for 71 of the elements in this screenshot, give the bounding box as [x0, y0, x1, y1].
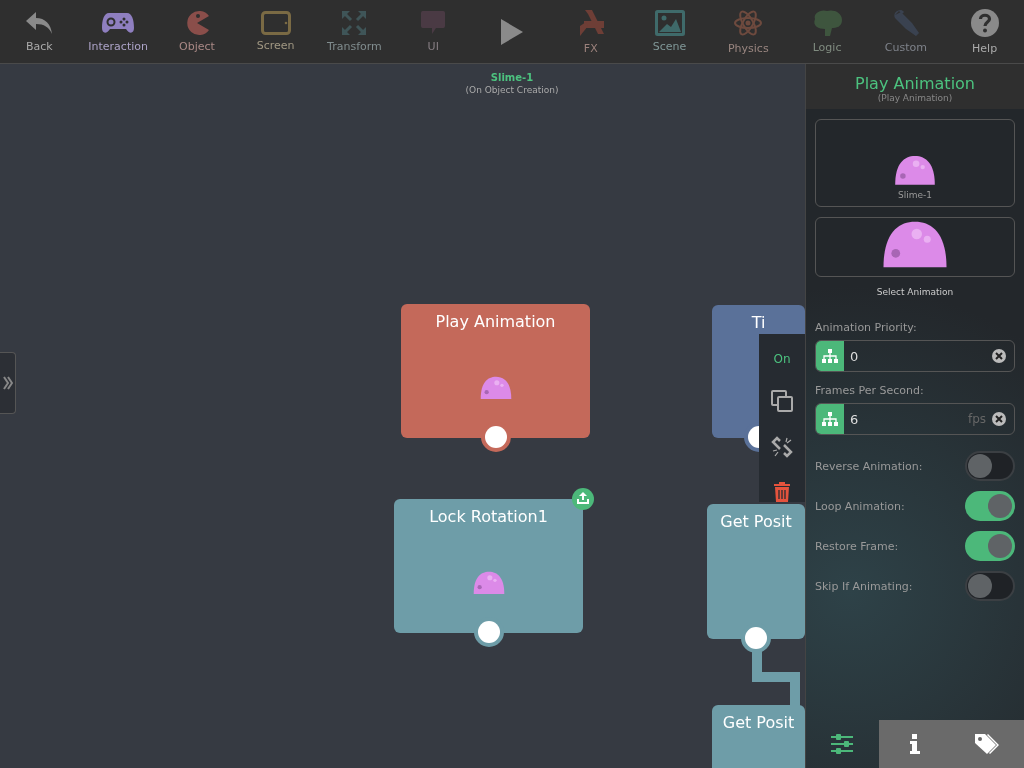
select-animation-label: Select Animation: [875, 287, 955, 297]
toolbar-button[interactable]: Object: [157, 0, 237, 63]
toggle-label: Reverse Animation:: [815, 459, 923, 473]
unlink-icon[interactable]: [771, 436, 793, 458]
toolbar-button[interactable]: Interaction: [78, 0, 158, 63]
back-arrow-icon: [24, 10, 55, 36]
field-label: Animation Priority:: [815, 321, 918, 334]
sprite-card[interactable]: Slime-1: [815, 119, 1015, 207]
toolbar-button[interactable]: UI: [393, 0, 473, 63]
drawer-handle[interactable]: [0, 352, 16, 414]
toolbar-button[interactable]: Help: [945, 0, 1024, 63]
script-node[interactable]: Get Posit: [712, 705, 805, 768]
play-icon[interactable]: [500, 17, 524, 46]
help-icon: [969, 8, 1000, 38]
node-title: Ti: [751, 313, 766, 332]
toggle-label: Loop Animation:: [815, 499, 905, 513]
toolbar-button[interactable]: FX: [551, 0, 631, 63]
value-input[interactable]: 0: [844, 347, 992, 365]
node-title: Play Animation: [435, 312, 556, 331]
toolbar-button[interactable]: Screen: [236, 0, 316, 63]
script-node[interactable]: Get Posit: [707, 504, 805, 639]
export-badge-icon[interactable]: [572, 488, 594, 510]
speech-bubble-icon: [420, 10, 447, 36]
toggle-switch[interactable]: [965, 451, 1015, 481]
field-label: Frames Per Second:: [815, 384, 925, 397]
panel-tab[interactable]: [878, 720, 952, 768]
duplicate-icon[interactable]: [771, 390, 793, 412]
toolbar-button[interactable]: Back: [0, 0, 79, 63]
sprite-label: Slime-1: [898, 190, 932, 200]
toggle-label: Skip If Animating:: [815, 579, 913, 593]
toolbar-button[interactable]: Custom: [866, 0, 946, 63]
panel-title: Play Animation: [855, 74, 975, 93]
sliders-icon: [831, 734, 854, 754]
tablet-icon: [260, 11, 291, 35]
node-title: Get Posit: [720, 512, 792, 531]
toolbar-button[interactable]: Logic: [787, 0, 867, 63]
panel-subtitle: (Play Animation): [877, 93, 953, 103]
object-name: Slime-1: [489, 72, 535, 83]
event-name: (On Object Creation): [464, 85, 560, 95]
node-title: Lock Rotation1: [429, 507, 548, 526]
number-field[interactable]: 6 fps: [815, 403, 1015, 435]
toolbar-button[interactable]: Transform: [315, 0, 394, 63]
toggle-switch[interactable]: [965, 531, 1015, 561]
toggle-switch[interactable]: [965, 571, 1015, 601]
hierarchy-icon: [822, 412, 838, 426]
clear-icon[interactable]: [992, 349, 1006, 363]
slime-icon: [471, 571, 506, 595]
image-icon: [654, 10, 685, 36]
info-icon: [910, 734, 920, 754]
atom-icon: [733, 8, 764, 38]
trash-icon[interactable]: [774, 482, 790, 502]
slime-icon: [893, 155, 937, 186]
value-input[interactable]: 6: [844, 410, 968, 428]
animation-card[interactable]: [815, 217, 1015, 277]
unit-label: fps: [967, 412, 986, 426]
double-chevron-icon: [2, 376, 13, 390]
slime-icon: [478, 376, 513, 400]
toggle-switch[interactable]: [965, 491, 1015, 521]
tags-icon: [973, 733, 1002, 755]
expand-arrows-icon: [341, 10, 368, 36]
toolbar-button[interactable]: Physics: [708, 0, 788, 63]
script-node[interactable]: Play Animation: [401, 304, 590, 438]
node-title: Get Posit: [722, 713, 795, 732]
on-toggle[interactable]: On: [773, 352, 791, 366]
number-field[interactable]: 0: [815, 340, 1015, 372]
panel-tab[interactable]: [951, 720, 1024, 768]
script-node[interactable]: Lock Rotation1: [394, 499, 583, 633]
hierarchy-icon: [822, 349, 838, 363]
clear-icon[interactable]: [992, 412, 1006, 426]
toolbar-button[interactable]: Scene: [630, 0, 709, 63]
toggle-label: Restore Frame:: [815, 539, 899, 553]
